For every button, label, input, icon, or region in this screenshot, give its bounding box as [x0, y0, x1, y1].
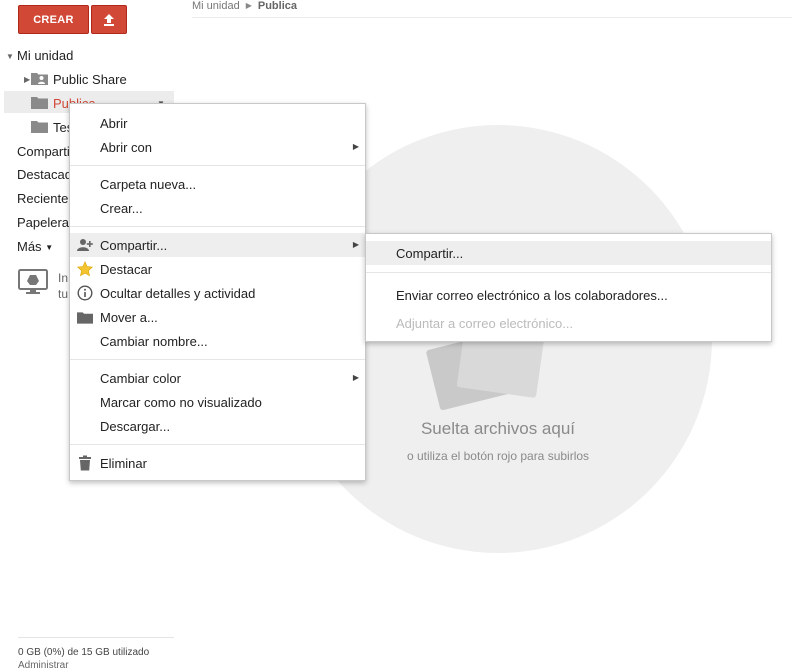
menu-item-label: Cambiar color — [100, 371, 181, 386]
menu-item-new-folder[interactable]: Carpeta nueva... — [70, 172, 365, 196]
chevron-right-icon: ▶ — [245, 1, 252, 10]
menu-divider — [70, 444, 365, 445]
menu-item-create[interactable]: Crear... — [70, 196, 365, 220]
menu-item-label: Carpeta nueva... — [100, 177, 197, 192]
submenu-arrow-icon: ▶ — [352, 240, 359, 249]
context-menu: Abrir Abrir con ▶ Carpeta nueva... Crear.… — [69, 103, 366, 481]
folder-icon — [77, 309, 93, 325]
caret-down-icon: ▼ — [45, 243, 54, 252]
menu-divider — [70, 359, 365, 360]
sidebar-item-starred[interactable]: Destacad — [17, 167, 72, 182]
menu-item-delete[interactable]: Eliminar — [70, 451, 365, 475]
menu-item-rename[interactable]: Cambiar nombre... — [70, 329, 365, 353]
sidebar-item-my-drive[interactable]: Mi unidad — [17, 48, 73, 63]
breadcrumb-divider — [192, 17, 792, 18]
caret-right-icon[interactable]: ▶ — [24, 75, 30, 84]
add-person-icon — [77, 237, 93, 253]
menu-item-label: Ocultar detalles y actividad — [100, 286, 256, 301]
menu-item-change-color[interactable]: Cambiar color ▶ — [70, 366, 365, 390]
storage-usage: 0 GB (0%) de 15 GB utilizado — [18, 647, 150, 658]
menu-item-mark-unviewed[interactable]: Marcar como no visualizado — [70, 390, 365, 414]
install-promo-line-1[interactable]: In — [58, 271, 68, 285]
submenu-item-attach-email: Adjuntar a correo electrónico... — [366, 311, 771, 335]
menu-item-label: Crear... — [100, 201, 143, 216]
sidebar-item-trash[interactable]: Papelera — [17, 215, 69, 230]
install-promo-line-2[interactable]: tu — [58, 287, 68, 301]
menu-item-label: Enviar correo electrónico a los colabora… — [396, 288, 668, 303]
breadcrumb-root[interactable]: Mi unidad — [192, 0, 240, 12]
submenu-item-email-collaborators[interactable]: Enviar correo electrónico a los colabora… — [366, 283, 771, 307]
create-button[interactable]: CREAR — [18, 5, 89, 34]
desktop-drive-icon[interactable] — [18, 269, 48, 295]
sidebar-item-more[interactable]: Más ▼ — [17, 239, 53, 254]
breadcrumb: Mi unidad ▶ Publica — [192, 0, 297, 12]
menu-item-label: Mover a... — [100, 310, 158, 325]
sidebar-item-more-label: Más — [17, 239, 42, 254]
sidebar-item-shared[interactable]: Comparti — [17, 144, 70, 159]
menu-item-open-with[interactable]: Abrir con ▶ — [70, 135, 365, 159]
info-icon — [77, 285, 93, 301]
menu-item-label: Abrir — [100, 116, 128, 131]
menu-item-star[interactable]: Destacar — [70, 257, 365, 281]
menu-item-share[interactable]: Compartir... ▶ — [70, 233, 365, 257]
menu-item-label: Eliminar — [100, 456, 147, 471]
star-icon — [77, 261, 93, 277]
menu-item-download[interactable]: Descargar... — [70, 414, 365, 438]
folder-icon — [31, 97, 48, 109]
menu-item-hide-details[interactable]: Ocultar detalles y actividad — [70, 281, 365, 305]
menu-divider — [70, 226, 365, 227]
menu-item-label: Abrir con — [100, 140, 153, 155]
storage-divider — [18, 637, 174, 638]
menu-item-label: Destacar — [100, 262, 153, 277]
shared-folder-icon — [31, 73, 48, 85]
menu-item-move-to[interactable]: Mover a... — [70, 305, 365, 329]
upload-button[interactable] — [91, 5, 127, 34]
submenu-item-share[interactable]: Compartir... — [366, 241, 771, 265]
menu-item-label: Adjuntar a correo electrónico... — [396, 316, 574, 331]
folder-icon — [31, 121, 48, 133]
menu-divider — [366, 272, 771, 273]
menu-item-label: Cambiar nombre... — [100, 334, 208, 349]
submenu-arrow-icon: ▶ — [352, 373, 359, 382]
menu-divider — [70, 165, 365, 166]
upload-icon — [104, 13, 114, 26]
share-submenu: Compartir... Enviar correo electrónico a… — [365, 233, 772, 342]
menu-item-label: Compartir... — [396, 246, 464, 261]
sidebar-item-recent[interactable]: Reciente — [17, 191, 68, 206]
menu-item-label: Descargar... — [100, 419, 171, 434]
submenu-arrow-icon: ▶ — [352, 142, 359, 151]
menu-item-open[interactable]: Abrir — [70, 111, 365, 135]
breadcrumb-current: Publica — [257, 0, 297, 12]
menu-item-label: Marcar como no visualizado — [100, 395, 262, 410]
trash-icon — [77, 455, 93, 471]
menu-item-label: Compartir... — [100, 238, 168, 253]
caret-down-icon[interactable]: ▼ — [6, 52, 14, 61]
sidebar-folder-public-share[interactable]: Public Share — [53, 72, 127, 87]
